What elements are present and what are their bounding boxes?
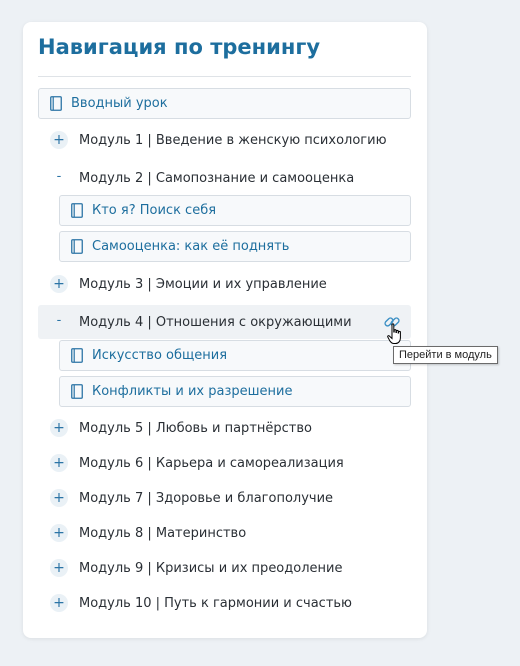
lesson-label: Самооценка: как её поднять	[92, 239, 290, 254]
lesson-label: Кто я? Поиск себя	[92, 203, 217, 218]
module-1[interactable]: + Модуль 1 | Введение в женскую психолог…	[38, 123, 411, 157]
expand-toggle[interactable]: +	[50, 559, 68, 577]
lesson-item[interactable]: Конфликты и их разрешение	[59, 376, 411, 407]
lesson-label: Вводный урок	[71, 96, 168, 111]
expand-toggle[interactable]: +	[50, 594, 68, 612]
expand-toggle[interactable]: +	[50, 275, 68, 293]
lesson-item[interactable]: Кто я? Поиск себя	[59, 195, 411, 226]
module-10[interactable]: + Модуль 10 | Путь к гармонии и счастью	[38, 586, 411, 620]
module-2[interactable]: - Модуль 2 | Самопознание и самооценка	[38, 161, 411, 195]
document-icon	[71, 348, 83, 363]
module-label: Модуль 3 | Эмоции и их управление	[79, 276, 327, 292]
module-label: Модуль 10 | Путь к гармонии и счастью	[79, 595, 352, 611]
expand-toggle[interactable]: +	[50, 489, 68, 507]
lesson-label: Искусство общения	[92, 348, 228, 363]
document-icon	[71, 384, 83, 399]
navigation-card: Навигация по тренингу Вводный урок + Мод…	[23, 22, 427, 638]
expand-toggle[interactable]: +	[50, 131, 68, 149]
module-label: Модуль 2 | Самопознание и самооценка	[79, 170, 355, 186]
expand-toggle[interactable]: +	[50, 454, 68, 472]
page-title: Навигация по тренингу	[38, 35, 321, 59]
module-8[interactable]: + Модуль 8 | Материнство	[38, 516, 411, 550]
document-icon	[71, 239, 83, 254]
module-label: Модуль 9 | Кризисы и их преодоление	[79, 560, 343, 576]
divider	[38, 76, 411, 77]
module-label: Модуль 1 | Введение в женскую психологию	[79, 132, 387, 148]
expand-toggle[interactable]: +	[50, 419, 68, 437]
tooltip: Перейти в модуль	[393, 346, 498, 364]
document-icon	[50, 96, 62, 111]
collapse-toggle[interactable]: -	[50, 313, 68, 331]
module-3[interactable]: + Модуль 3 | Эмоции и их управление	[38, 267, 411, 301]
lesson-item[interactable]: Самооценка: как её поднять	[59, 231, 411, 262]
document-icon	[71, 203, 83, 218]
lesson-label: Конфликты и их разрешение	[92, 384, 293, 399]
module-label: Модуль 7 | Здоровье и благополучие	[79, 490, 334, 506]
lesson-item[interactable]: Искусство общения	[59, 340, 411, 371]
module-4[interactable]: - Модуль 4 | Отношения с окружающими	[38, 305, 411, 339]
module-label: Модуль 4 | Отношения с окружающими	[79, 314, 352, 330]
module-label: Модуль 5 | Любовь и партнёрство	[79, 420, 312, 436]
expand-toggle[interactable]: +	[50, 524, 68, 542]
module-6[interactable]: + Модуль 6 | Карьера и самореализация	[38, 446, 411, 480]
module-7[interactable]: + Модуль 7 | Здоровье и благополучие	[38, 481, 411, 515]
collapse-toggle[interactable]: -	[50, 169, 68, 187]
module-5[interactable]: + Модуль 5 | Любовь и партнёрство	[38, 411, 411, 445]
module-label: Модуль 6 | Карьера и самореализация	[79, 455, 344, 471]
lesson-intro[interactable]: Вводный урок	[38, 88, 411, 119]
hand-pointer-icon	[387, 323, 403, 345]
module-9[interactable]: + Модуль 9 | Кризисы и их преодоление	[38, 551, 411, 585]
module-label: Модуль 8 | Материнство	[79, 525, 247, 541]
